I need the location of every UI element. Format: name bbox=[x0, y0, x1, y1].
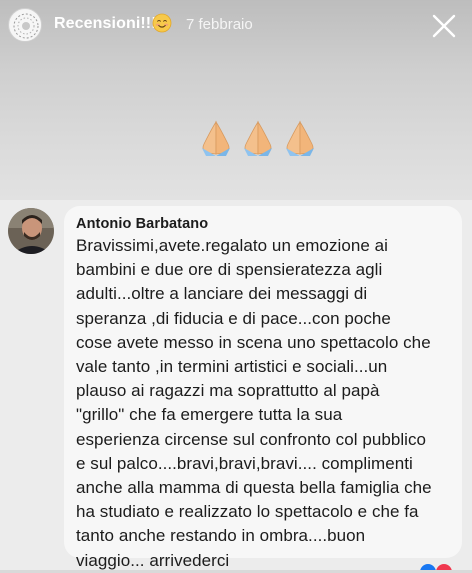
comment-line: bambini e due ore di spensieratezza agli bbox=[76, 260, 383, 280]
comment-line: anche alla mamma di questa bella famigli… bbox=[76, 478, 432, 498]
comment-bubble: Antonio Barbatano Bravissimi,avete.regal… bbox=[64, 206, 462, 570]
comment-line: viaggio... arrivederci bbox=[76, 550, 230, 570]
story-date: 7 febbraio bbox=[186, 16, 253, 33]
commenter-name[interactable]: Antonio Barbatano bbox=[76, 216, 450, 232]
love-reaction-icon bbox=[436, 564, 452, 570]
comment-screenshot: Antonio Barbatano Bravissimi,avete.regal… bbox=[0, 200, 472, 570]
close-icon[interactable] bbox=[428, 10, 460, 42]
like-reaction-icon bbox=[420, 564, 436, 570]
comment-line: ha studiato e realizzato lo spettacolo e… bbox=[76, 502, 419, 522]
folded-hands-icon bbox=[286, 120, 314, 156]
comment-line: Bravissimi,avete.regalato un emozione ai bbox=[76, 236, 388, 255]
comment-line: tanto anche restando in ombra....buon bbox=[76, 526, 366, 546]
story-avatar[interactable] bbox=[8, 8, 42, 42]
comment-line: e sul palco....bravi,bravi,bravi.... com… bbox=[76, 453, 413, 473]
folded-hands-icon bbox=[244, 120, 272, 156]
story-header: Recensioni!!! 7 febbraio bbox=[0, 0, 472, 200]
folded-hands-icon bbox=[202, 120, 230, 156]
smiling-face-emoji-icon bbox=[152, 13, 172, 33]
comment-text: Bravissimi,avete.regalato un emozione ai… bbox=[76, 234, 450, 573]
comment-line: speranza ,di fiducia e di pace...con poc… bbox=[76, 308, 391, 328]
comment-line: esperienza circense sul confronto col pu… bbox=[76, 429, 427, 449]
reaction-icons bbox=[414, 562, 460, 570]
commenter-avatar[interactable] bbox=[8, 208, 54, 254]
comment-line: "grillo" che fa emergere tutta la sua bbox=[76, 405, 343, 425]
folded-hands-sticker bbox=[196, 118, 320, 158]
story-username[interactable]: Recensioni!!! bbox=[54, 15, 157, 33]
comment-line: adulti...oltre a lanciare dei messaggi d… bbox=[76, 284, 368, 304]
comment-line: cose avete messo in scena uno spettacolo… bbox=[76, 332, 431, 352]
comment-line: vale tanto ,in termini artistici e socia… bbox=[76, 357, 388, 377]
comment-line: plauso ai ragazzi ma soprattutto al papà bbox=[76, 381, 380, 401]
